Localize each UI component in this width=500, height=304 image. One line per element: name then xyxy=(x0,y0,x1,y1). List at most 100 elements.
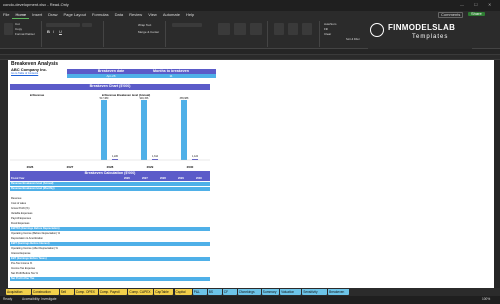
underline-icon[interactable]: U xyxy=(59,30,62,34)
brand-logo: FINMODELSLAB Templates xyxy=(368,19,472,49)
sheet-tab[interactable]: Comp. Payroll xyxy=(98,289,128,295)
tab-automate[interactable]: Automate xyxy=(160,11,183,18)
table-row: Depreciation & Amortization xyxy=(10,237,210,241)
sheet-tab[interactable]: CapTable xyxy=(154,289,174,295)
sheet-tab[interactable]: Breakeven xyxy=(328,289,350,295)
sheet-tab[interactable]: CF xyxy=(222,289,237,295)
x-tick-label: 2026 xyxy=(27,165,34,169)
x-tick-label: 2028 xyxy=(107,165,114,169)
comments-button[interactable]: Comments xyxy=(438,12,464,18)
status-ready: Ready xyxy=(3,297,13,301)
sheet-tab[interactable]: P&L xyxy=(192,289,207,295)
revenue-bar xyxy=(181,100,187,160)
tab-view[interactable]: View xyxy=(145,11,160,18)
sheet-tab[interactable]: Sensitivity xyxy=(302,289,328,295)
sort-filter-button[interactable]: Sort & Filter xyxy=(346,38,360,42)
conditional-formatting-icon[interactable] xyxy=(218,23,230,35)
x-tick-label: 2029 xyxy=(147,165,154,169)
row-label: Operating Income (Before Depreciation) % xyxy=(11,232,61,235)
format-as-table-icon[interactable] xyxy=(234,23,246,35)
table-header-cell: 2030 xyxy=(196,177,202,180)
cell-styles-icon[interactable] xyxy=(250,23,262,35)
table-header-cell: 2027 xyxy=(142,177,148,180)
brand-name: FINMODELSLAB xyxy=(388,23,456,32)
table-row: Operating Income (After Depreciation) % xyxy=(10,247,210,251)
sheet-tabs: Acquisition Construction Sell Comp. OPEX Com… xyxy=(0,288,500,296)
clear-button[interactable]: Clear xyxy=(324,33,331,36)
italic-icon[interactable]: I xyxy=(53,30,54,34)
format-painter-button[interactable]: Format Painter xyxy=(15,33,35,36)
zoom-level[interactable]: 100% xyxy=(482,297,490,301)
paste-icon[interactable] xyxy=(4,23,13,35)
autosum-button[interactable]: AutoSum xyxy=(324,23,336,26)
revenue-data-label: 365,988 xyxy=(180,97,189,100)
table-row: Net Profit After Tax xyxy=(10,277,210,281)
row-label: EBT (Earnings Before Taxes) xyxy=(11,257,47,260)
row-label: Revenue xyxy=(11,197,22,200)
status-bar: Ready Accessibility: Investigate 100% xyxy=(0,296,500,304)
insert-cells-icon[interactable] xyxy=(274,23,284,35)
sheet-tab[interactable]: Comp. CAPEX xyxy=(128,289,154,295)
tab-formulas[interactable]: Formulas xyxy=(89,11,112,18)
sheet-tab[interactable]: Construction xyxy=(31,289,59,295)
share-button[interactable]: Share xyxy=(468,12,485,16)
table-row: EBIT (Earnings Before Interest) xyxy=(10,242,210,246)
breakeven-data-label: 1,314 xyxy=(152,155,159,158)
table-row: Fixed Expenses xyxy=(10,222,210,226)
sheet-tab[interactable]: Summary xyxy=(261,289,280,295)
calc-table: Fiscal Year 2026 2027 2028 2029 2030 Revenue B… xyxy=(10,177,210,282)
row-label: Pre-Tax Income % xyxy=(11,262,33,265)
row-label: EBIT (Earnings Before Interest) xyxy=(11,242,50,245)
tab-insert[interactable]: Insert xyxy=(29,11,45,18)
tab-page-layout[interactable]: Page Layout xyxy=(60,11,88,18)
brand-sub: Templates xyxy=(412,34,449,40)
sheet-tab[interactable]: Comp. OPEX xyxy=(74,289,98,295)
logo-icon xyxy=(370,23,384,37)
sheet-tab[interactable]: Capital xyxy=(174,289,192,295)
tab-home[interactable]: Home xyxy=(12,11,30,19)
fill-button[interactable]: Fill xyxy=(324,28,328,31)
ribbon-tabs: File Home Insert Draw Page Layout Formulas Dat… xyxy=(0,11,500,19)
title-bar: condo-development.xlsx - Read-Only — ☐ ✕ xyxy=(0,0,500,11)
tab-help[interactable]: Help xyxy=(183,11,197,18)
sheet-tab[interactable]: BS xyxy=(207,289,222,295)
x-tick-label: 2030 xyxy=(187,165,194,169)
sheet-tab[interactable]: Cfworkings xyxy=(237,289,261,295)
row-label: Depreciation & Amortization xyxy=(11,237,44,240)
row-label: Revenue Breakeven level (Annual) xyxy=(11,182,54,185)
font-family-select[interactable] xyxy=(46,23,80,27)
table-row: Net Profit Before Tax % xyxy=(10,272,210,276)
cut-button[interactable]: Cut xyxy=(15,23,20,26)
bold-icon[interactable]: B xyxy=(47,30,50,34)
worksheet[interactable]: Breakeven Analysis ABC Company Inc. Go t… xyxy=(8,60,494,288)
maximize-icon[interactable]: ☐ xyxy=(474,3,478,7)
table-row: Cost of sales xyxy=(10,202,210,206)
row-label: EBITDA (Earnings Before Depreciation) xyxy=(11,227,60,230)
tab-review[interactable]: Review xyxy=(126,11,145,18)
accessibility-status[interactable]: Accessibility: Investigate xyxy=(22,297,57,301)
row-label: Interest Expense xyxy=(11,252,31,255)
sheet-tab[interactable]: Valuation xyxy=(280,289,302,295)
number-format-select[interactable] xyxy=(172,23,202,27)
font-size-select[interactable] xyxy=(82,23,92,27)
format-cells-icon[interactable] xyxy=(302,23,312,35)
tab-draw[interactable]: Draw xyxy=(45,11,60,18)
table-row: Pre-Tax Income % xyxy=(10,262,210,266)
delete-cells-icon[interactable] xyxy=(288,23,298,35)
copy-button[interactable]: Copy xyxy=(15,28,22,31)
table-row: Gross Profit (%) xyxy=(10,207,210,211)
table-header-cell: 2026 xyxy=(124,177,130,180)
row-label: Gross Profit (%) xyxy=(11,207,30,210)
minimize-icon[interactable]: — xyxy=(460,3,464,7)
toc-link[interactable]: Go to Table of Contents xyxy=(11,72,38,76)
cells-group xyxy=(270,21,320,47)
vertical-scrollbar[interactable] xyxy=(494,60,500,288)
sheet-tab[interactable]: Sell xyxy=(59,289,74,295)
tab-file[interactable]: File xyxy=(0,11,12,18)
sheet-tab[interactable]: Acquisition xyxy=(6,289,31,295)
merge-center-button[interactable]: Merge & Center xyxy=(138,31,159,34)
tab-data[interactable]: Data xyxy=(112,11,126,18)
close-icon[interactable]: ✕ xyxy=(488,3,491,7)
breakeven-data-label: 1,124 xyxy=(192,155,199,158)
wrap-text-button[interactable]: Wrap Text xyxy=(138,24,151,27)
